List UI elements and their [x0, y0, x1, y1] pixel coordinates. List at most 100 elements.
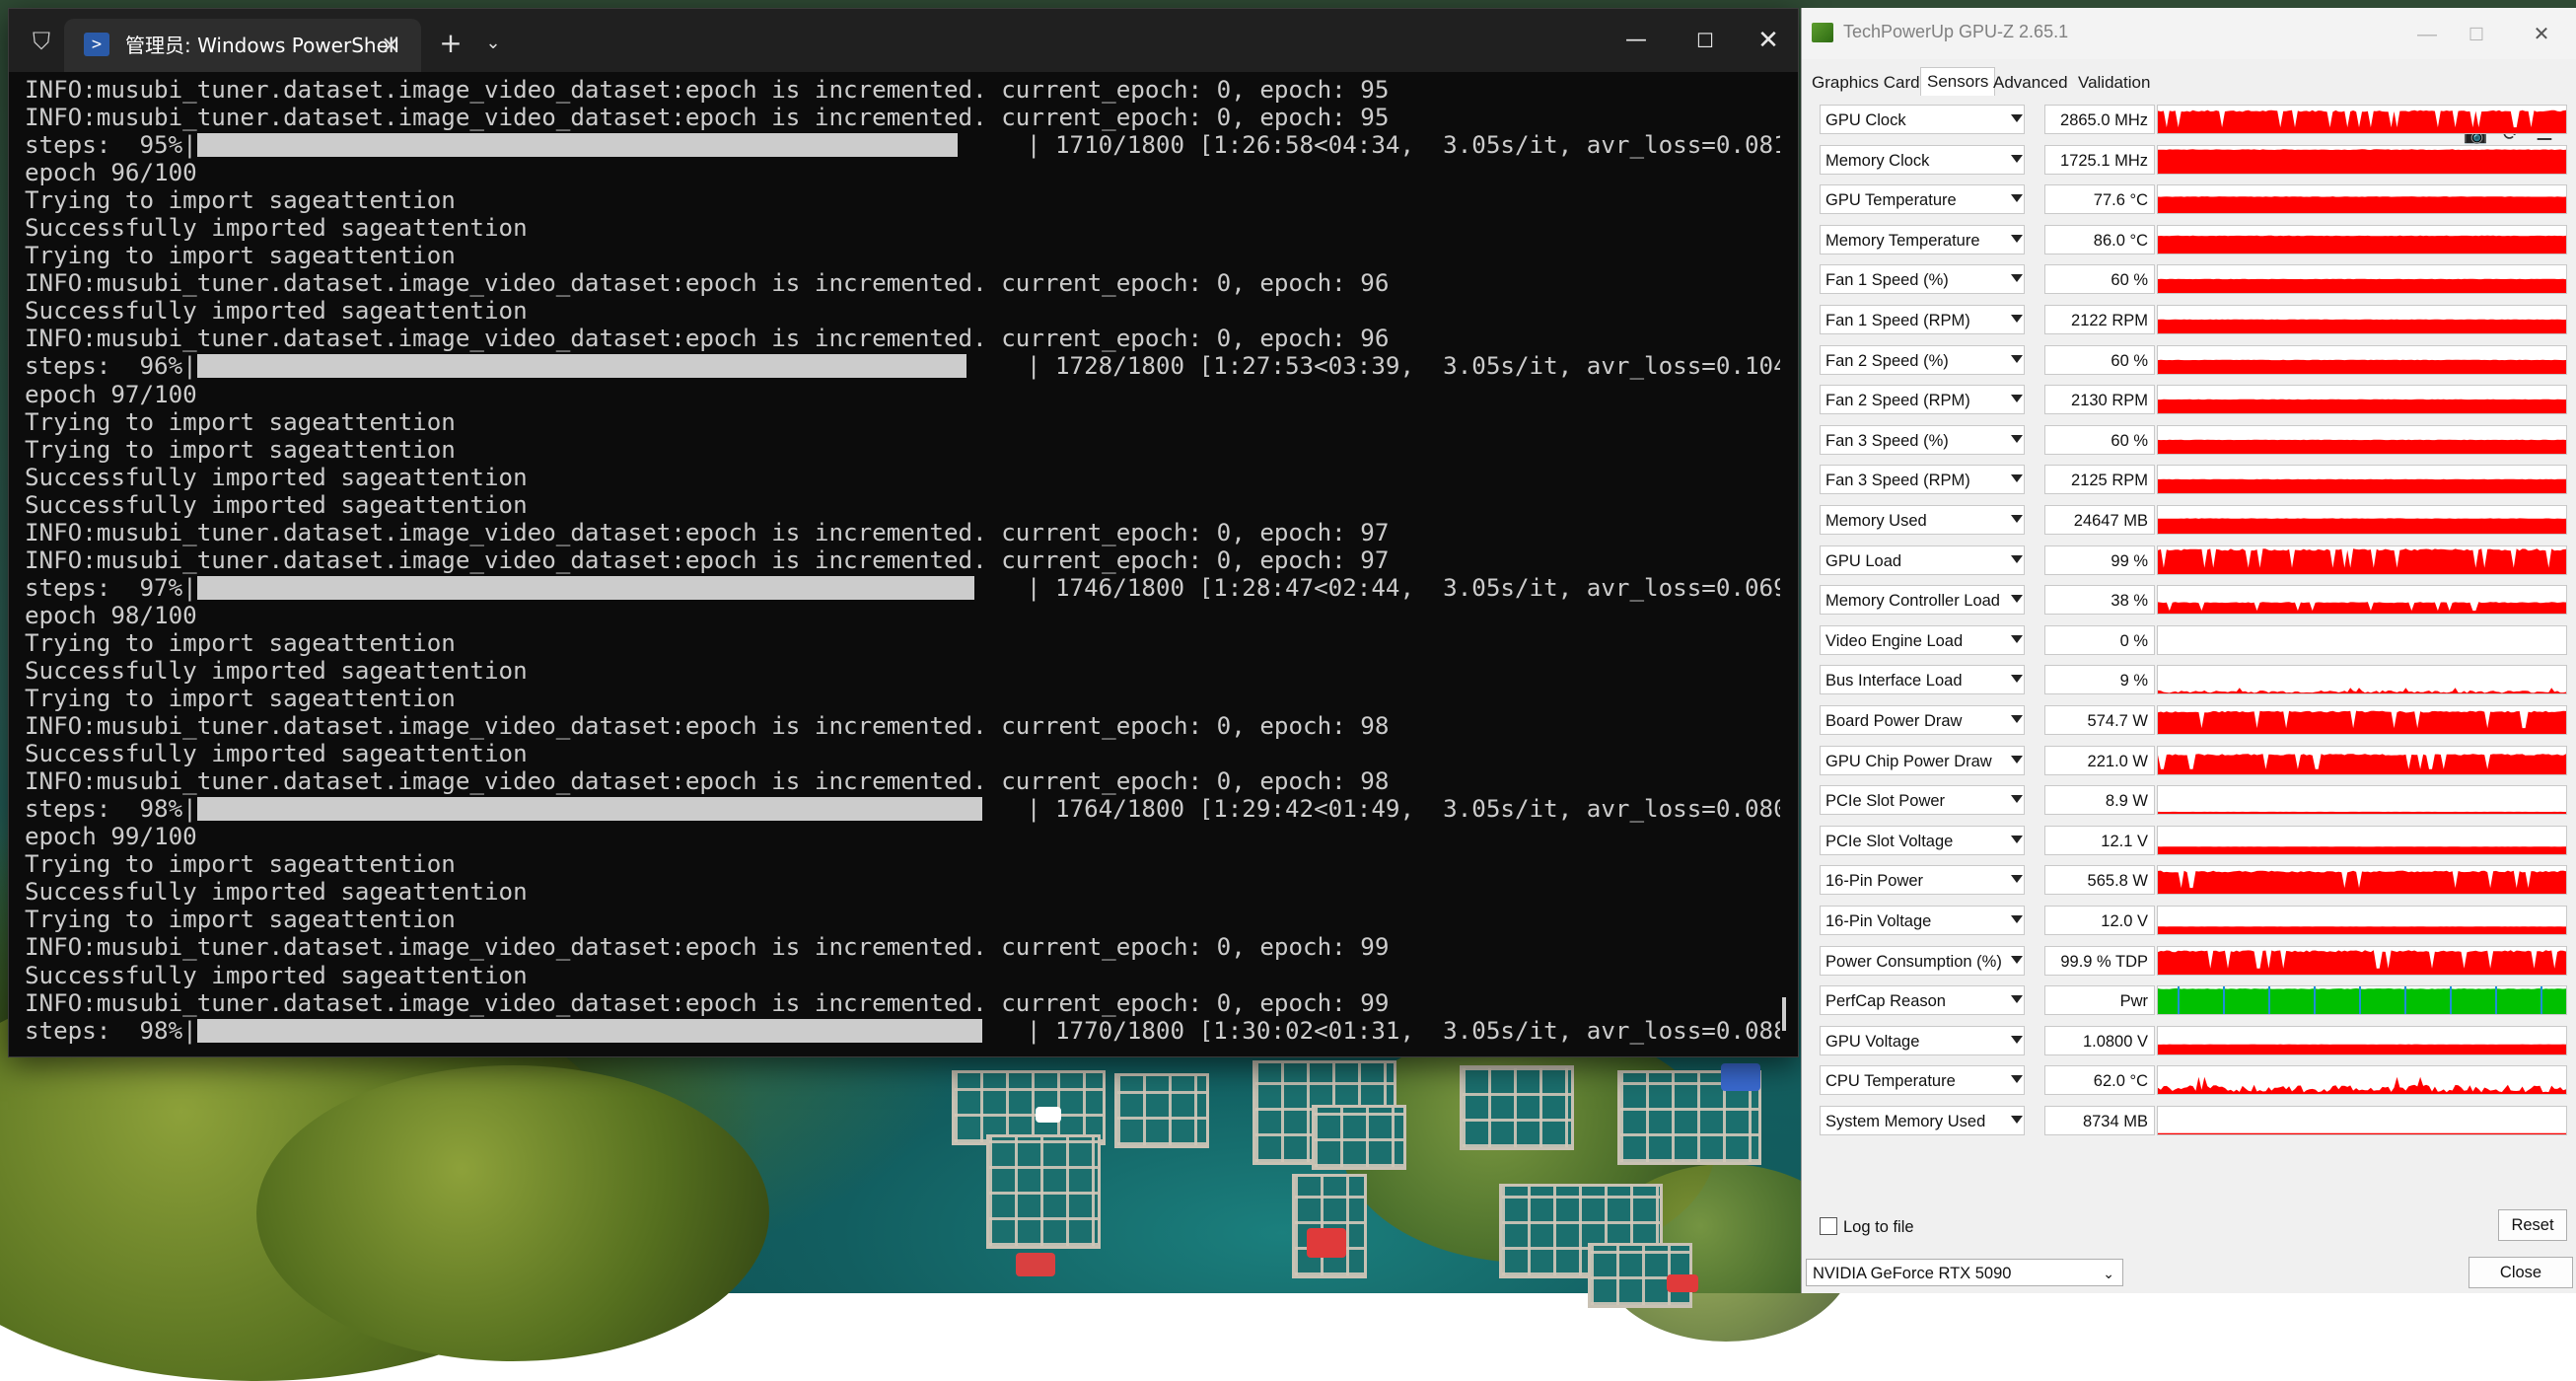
- dropdown-arrow-icon[interactable]: [2011, 315, 2023, 323]
- chevron-down-icon[interactable]: ⌄: [478, 29, 508, 58]
- checkbox-box[interactable]: [1820, 1217, 1837, 1235]
- sensor-label-dropdown[interactable]: CPU Temperature: [1820, 1065, 2025, 1096]
- maximize-button[interactable]: ☐: [1676, 21, 1735, 60]
- gpuz-window[interactable]: TechPowerUp GPU-Z 2.65.1 — ☐ ✕ Graphics …: [1801, 8, 2576, 1293]
- sensor-label-dropdown[interactable]: Fan 3 Speed (%): [1820, 424, 2025, 455]
- dropdown-arrow-icon[interactable]: [2011, 715, 2023, 723]
- tab-validation[interactable]: Validation: [2074, 71, 2154, 95]
- dropdown-arrow-icon[interactable]: [2011, 1035, 2023, 1044]
- new-tab-button[interactable]: +: [436, 29, 465, 58]
- dropdown-arrow-icon[interactable]: [2011, 354, 2023, 363]
- dropdown-arrow-icon[interactable]: [2011, 915, 2023, 923]
- sensor-label-dropdown[interactable]: GPU Load: [1820, 545, 2025, 575]
- sensor-label-dropdown[interactable]: PerfCap Reason: [1820, 985, 2025, 1016]
- sensor-graph-svg: [2158, 479, 2566, 494]
- dropdown-arrow-icon[interactable]: [2011, 194, 2023, 203]
- dropdown-arrow-icon[interactable]: [2011, 955, 2023, 964]
- dropdown-arrow-icon[interactable]: [2011, 875, 2023, 884]
- sensor-label-dropdown[interactable]: PCIe Slot Power: [1820, 785, 2025, 816]
- close-button[interactable]: ✕: [1739, 21, 1798, 60]
- dropdown-arrow-icon[interactable]: [2011, 434, 2023, 443]
- log-to-file-checkbox[interactable]: Log to file: [1820, 1217, 1914, 1237]
- sensor-label-dropdown[interactable]: Fan 1 Speed (RPM): [1820, 305, 2025, 334]
- dropdown-arrow-icon[interactable]: [2011, 515, 2023, 523]
- dropdown-arrow-icon[interactable]: [2011, 835, 2023, 843]
- maximize-button[interactable]: ☐: [2457, 20, 2496, 49]
- sensor-row: Fan 2 Speed (RPM) 2130 RPM: [1802, 383, 2576, 418]
- sensor-graph-svg: [2158, 1132, 2566, 1134]
- sensor-label-dropdown[interactable]: PCIe Slot Voltage: [1820, 825, 2025, 855]
- sensor-row: Bus Interface Load 9 %: [1802, 663, 2576, 698]
- sensor-label-dropdown[interactable]: Memory Clock: [1820, 144, 2025, 175]
- sensor-label-dropdown[interactable]: 16-Pin Power: [1820, 865, 2025, 896]
- sensor-label-dropdown[interactable]: Fan 3 Speed (RPM): [1820, 465, 2025, 495]
- sensor-label-dropdown[interactable]: 16-Pin Voltage: [1820, 906, 2025, 935]
- dropdown-arrow-icon[interactable]: [2011, 755, 2023, 763]
- progress-line: steps: 95%| | 1710/1800 [1:26:58<04:34, …: [25, 131, 1780, 159]
- sensor-graph-area: [2158, 319, 2566, 333]
- tab-sensors[interactable]: Sensors: [1920, 67, 1996, 96]
- close-button-bottom[interactable]: Close: [2469, 1257, 2573, 1288]
- sensor-graph: [2157, 785, 2567, 816]
- reset-button[interactable]: Reset: [2498, 1209, 2567, 1241]
- sensor-label-dropdown[interactable]: Memory Temperature: [1820, 224, 2025, 254]
- dropdown-arrow-icon[interactable]: [2011, 395, 2023, 403]
- sensor-row: GPU Chip Power Draw 221.0 W: [1802, 744, 2576, 779]
- dropdown-arrow-icon[interactable]: [2011, 154, 2023, 163]
- minimize-button[interactable]: —: [1607, 21, 1666, 60]
- close-tab-icon[interactable]: ×: [376, 30, 405, 59]
- terminal-line: INFO:musubi_tuner.dataset.image_video_da…: [25, 767, 1390, 796]
- tab-powershell[interactable]: > 管理员: Windows PowerShell ×: [64, 19, 421, 72]
- sensor-label-dropdown[interactable]: Power Consumption (%): [1820, 945, 2025, 976]
- sensor-label-dropdown[interactable]: Bus Interface Load: [1820, 665, 2025, 695]
- sensor-label-dropdown[interactable]: Fan 2 Speed (RPM): [1820, 385, 2025, 415]
- tab-advanced[interactable]: Advanced: [1989, 71, 2072, 95]
- gpu-select[interactable]: NVIDIA GeForce RTX 5090 ⌄: [1806, 1259, 2123, 1286]
- dropdown-arrow-icon[interactable]: [2011, 595, 2023, 604]
- dropdown-arrow-icon[interactable]: [2011, 675, 2023, 684]
- sensor-label-dropdown[interactable]: Video Engine Load: [1820, 624, 2025, 655]
- dropdown-arrow-icon[interactable]: [2011, 234, 2023, 243]
- sensor-graph: [2157, 385, 2567, 415]
- sensor-label-dropdown[interactable]: GPU Voltage: [1820, 1025, 2025, 1055]
- sensor-label-dropdown[interactable]: Fan 1 Speed (%): [1820, 264, 2025, 295]
- sensor-graph: [2157, 825, 2567, 855]
- terminal-line: Successfully imported sageattention: [25, 214, 528, 243]
- sensor-label-dropdown[interactable]: System Memory Used: [1820, 1106, 2025, 1135]
- dropdown-arrow-icon[interactable]: [2011, 795, 2023, 804]
- minimize-button[interactable]: —: [2407, 20, 2447, 49]
- dropdown-arrow-icon[interactable]: [2011, 114, 2023, 122]
- tab-graphics-card[interactable]: Graphics Card: [1808, 71, 1924, 95]
- sensor-label-dropdown[interactable]: GPU Clock: [1820, 105, 2025, 134]
- sensor-label-dropdown[interactable]: Memory Controller Load: [1820, 585, 2025, 616]
- sensor-label-dropdown[interactable]: Fan 2 Speed (%): [1820, 344, 2025, 375]
- sensor-label-dropdown[interactable]: GPU Chip Power Draw: [1820, 745, 2025, 775]
- progress-suffix: | 1770/1800 [1:30:02<01:31, 3.05s/it, av…: [997, 1016, 1780, 1045]
- dropdown-arrow-icon[interactable]: [2011, 474, 2023, 483]
- sensor-label-dropdown[interactable]: Memory Used: [1820, 505, 2025, 535]
- dropdown-arrow-icon[interactable]: [2011, 274, 2023, 283]
- dropdown-arrow-icon[interactable]: [2011, 995, 2023, 1004]
- sensor-graph: [2157, 465, 2567, 495]
- terminal-line: Successfully imported sageattention: [25, 961, 528, 989]
- scrollbar-thumb[interactable]: [1782, 997, 1786, 1031]
- terminal-line: INFO:musubi_tuner.dataset.image_video_da…: [25, 104, 1390, 132]
- sensor-value: 38 %: [2044, 585, 2155, 616]
- dropdown-arrow-icon[interactable]: [2011, 554, 2023, 563]
- sensor-label-dropdown[interactable]: GPU Temperature: [1820, 184, 2025, 215]
- sensor-row: PCIe Slot Power 8.9 W: [1802, 783, 2576, 819]
- sensor-label-dropdown[interactable]: Board Power Draw: [1820, 705, 2025, 735]
- terminal-line: Successfully imported sageattention: [25, 463, 528, 491]
- dropdown-arrow-icon[interactable]: [2011, 1116, 2023, 1124]
- terminal-titlebar[interactable]: ⛉ > 管理员: Windows PowerShell × + ⌄ — ☐ ✕: [9, 9, 1798, 72]
- terminal-output[interactable]: INFO:musubi_tuner.dataset.image_video_da…: [25, 76, 1780, 1053]
- sensor-row: Memory Controller Load 38 %: [1802, 583, 2576, 618]
- sensor-row: Power Consumption (%) 99.9 % TDP: [1802, 944, 2576, 980]
- dropdown-arrow-icon[interactable]: [2011, 1075, 2023, 1084]
- close-button[interactable]: ✕: [2522, 20, 2561, 49]
- gpuz-titlebar[interactable]: TechPowerUp GPU-Z 2.65.1 — ☐ ✕: [1802, 8, 2576, 59]
- sensor-row: Fan 3 Speed (%) 60 %: [1802, 423, 2576, 459]
- powershell-window[interactable]: ⛉ > 管理员: Windows PowerShell × + ⌄ — ☐ ✕ …: [8, 8, 1799, 1057]
- perfcap-marker: [2178, 986, 2180, 1015]
- dropdown-arrow-icon[interactable]: [2011, 634, 2023, 643]
